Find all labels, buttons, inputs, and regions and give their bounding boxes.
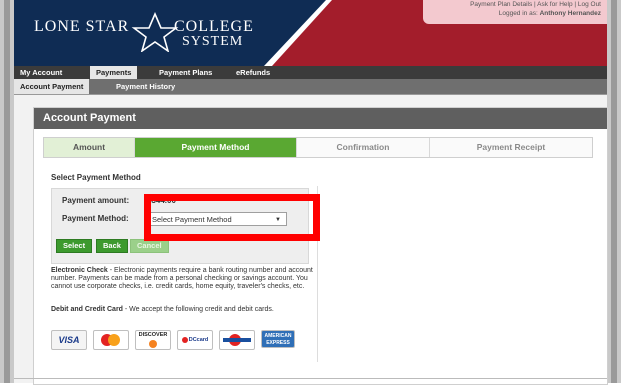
- card-title-text: Debit and Credit Card: [51, 306, 123, 313]
- site-header: LONE STAR COLLEGE SYSTEM Payment Plan De…: [14, 0, 607, 66]
- window-frame-right: [607, 0, 621, 383]
- step-payment-receipt: Payment Receipt: [476, 142, 546, 152]
- page: LONE STAR COLLEGE SYSTEM Payment Plan De…: [14, 0, 608, 385]
- progress-steps: Amount Payment Method Confirmation Payme…: [43, 137, 593, 158]
- visa-logo-icon: VISA: [51, 330, 87, 350]
- logged-in-info: Logged in as: Anthony Hernandez: [499, 10, 601, 17]
- logo-text-lone-star: LONE STAR: [34, 18, 130, 35]
- bottom-divider: [14, 378, 607, 379]
- logo-text-system: SYSTEM: [182, 34, 244, 49]
- account-links-box: Payment Plan Details | Ask for Help | Lo…: [423, 0, 607, 24]
- highlight-annotation: [144, 194, 320, 241]
- mastercard-logo-icon: [93, 330, 129, 350]
- logged-in-user: Anthony Hernandez: [539, 10, 601, 17]
- diners-club-logo-icon: [219, 330, 255, 350]
- primary-nav: My Account Payments Payment Plans eRefun…: [14, 66, 607, 79]
- echeck-title: Electronic Check: [51, 267, 108, 274]
- payment-amount-label: Payment amount:: [62, 196, 130, 205]
- echeck-description: Electronic Check - Electronic payments r…: [51, 267, 313, 291]
- step-amount: Amount: [44, 138, 135, 157]
- star-icon: [131, 12, 179, 52]
- logged-in-label: Logged in as:: [498, 10, 538, 17]
- nav-erefunds[interactable]: eRefunds: [230, 66, 276, 79]
- payment-method-label: Payment Method:: [62, 214, 129, 223]
- subnav-payment-history[interactable]: Payment History: [110, 79, 181, 94]
- nav-payment-plans[interactable]: Payment Plans: [153, 66, 218, 79]
- section-title: Select Payment Method: [51, 173, 141, 182]
- discover-logo-icon: DISCOVER: [135, 330, 171, 350]
- card-text: - We accept the following credit and deb…: [122, 306, 274, 313]
- dccard-logo-icon: DCcard: [177, 330, 213, 350]
- nav-my-account[interactable]: My Account: [14, 66, 68, 79]
- subnav-account-payment[interactable]: Account Payment: [14, 79, 90, 94]
- secondary-nav: Account Payment Payment History: [14, 79, 607, 95]
- american-express-logo-icon: AMERICAN EXPRESS: [261, 330, 295, 348]
- nav-payments[interactable]: Payments: [90, 66, 138, 79]
- step-payment-method: Payment Method: [135, 138, 297, 157]
- top-links[interactable]: Payment Plan Details | Ask for Help | Lo…: [470, 1, 601, 8]
- window-frame-left: [0, 0, 14, 383]
- select-button[interactable]: Select: [56, 239, 93, 253]
- card-title: Account Payment: [34, 108, 607, 129]
- back-button[interactable]: Back: [96, 239, 128, 253]
- card-description: Debit and Credit Card - We accept the fo…: [51, 306, 313, 314]
- cancel-button[interactable]: Cancel: [130, 239, 169, 253]
- account-payment-card: Account Payment Amount Payment Method Co…: [33, 107, 608, 385]
- step-confirmation: Confirmation: [297, 138, 430, 157]
